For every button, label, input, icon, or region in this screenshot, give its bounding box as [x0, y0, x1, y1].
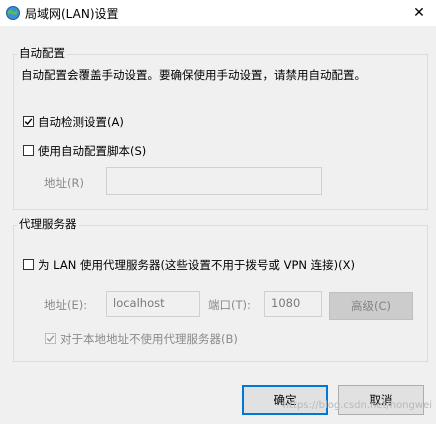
- proxy-address-input[interactable]: localhost: [106, 291, 200, 317]
- checkmark-icon: [46, 335, 55, 343]
- auto-detect-label[interactable]: 自动检测设置(A): [38, 114, 124, 130]
- advanced-button[interactable]: 高级(C): [329, 292, 413, 320]
- network-globe-icon: [5, 5, 21, 21]
- use-config-script-checkbox[interactable]: [23, 145, 34, 156]
- bypass-local-checkbox[interactable]: [45, 333, 56, 344]
- proxy-port-input[interactable]: 1080: [264, 291, 322, 317]
- use-proxy-checkbox[interactable]: [23, 259, 34, 270]
- window-title: 局域网(LAN)设置: [25, 7, 119, 21]
- script-address-input[interactable]: [106, 167, 322, 195]
- script-address-label: 地址(R): [44, 176, 84, 190]
- use-proxy-label[interactable]: 为 LAN 使用代理服务器(这些设置不用于拨号或 VPN 连接)(X): [38, 257, 355, 273]
- checkmark-icon: [24, 118, 33, 126]
- use-config-script-label[interactable]: 使用自动配置脚本(S): [38, 143, 146, 159]
- auto-config-description: 自动配置会覆盖手动设置。要确保使用手动设置，请禁用自动配置。: [21, 68, 366, 82]
- auto-config-group-title: 自动配置: [17, 45, 67, 61]
- bypass-local-label[interactable]: 对于本地地址不使用代理服务器(B): [60, 331, 238, 347]
- proxy-server-group-title: 代理服务器: [17, 216, 79, 232]
- close-button[interactable]: ✕: [408, 3, 430, 23]
- proxy-address-label: 地址(E):: [44, 298, 88, 312]
- title-bar: 局域网(LAN)设置 ✕: [0, 0, 436, 26]
- proxy-port-label: 端口(T):: [208, 298, 251, 312]
- auto-detect-checkbox[interactable]: [23, 116, 34, 127]
- watermark: https://blog.csdn.net/hongwei: [282, 400, 432, 411]
